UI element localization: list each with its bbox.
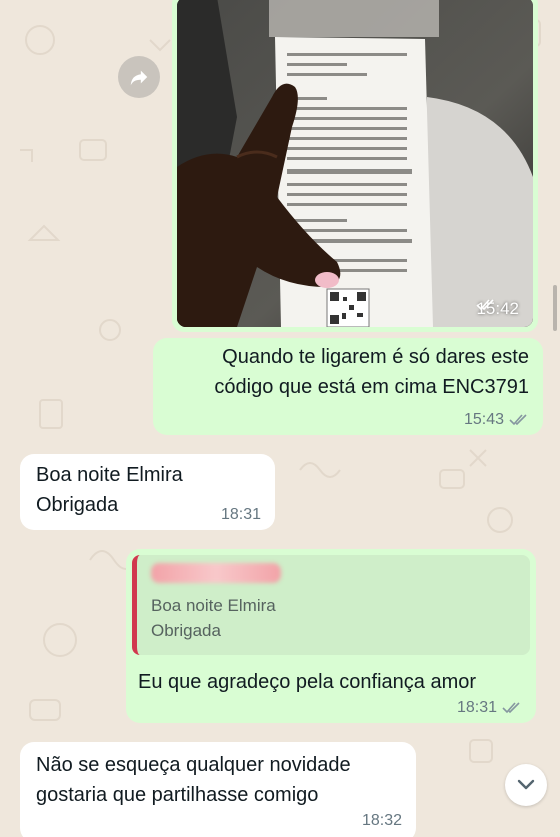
double-check-icon — [476, 299, 495, 311]
forward-button[interactable] — [118, 56, 160, 98]
message-meta: 15:42 — [476, 299, 519, 319]
message-time: 15:43 — [463, 411, 504, 428]
message-meta: 18:31 — [221, 506, 261, 524]
quoted-author-blurred — [151, 563, 281, 583]
scroll-to-bottom-button[interactable] — [505, 764, 547, 806]
message-time: 18:32 — [361, 812, 402, 829]
photo-message[interactable]: 15:42 — [172, 0, 538, 332]
outgoing-message[interactable]: Quando te ligarem é só dares este código… — [153, 338, 543, 435]
double-check-icon — [502, 702, 520, 714]
message-text: Não se esqueça qualquer novidade gostari… — [36, 754, 351, 806]
incoming-message[interactable]: Boa noite Elmira Obrigada 18:31 — [20, 454, 275, 530]
message-text: Eu que agradeço pela confiança amor — [138, 671, 477, 693]
message-time: 18:31 — [456, 699, 497, 716]
message-time: 18:31 — [220, 506, 261, 523]
forward-arrow-icon — [130, 70, 148, 86]
message-meta: 15:43 — [464, 411, 529, 429]
chevron-down-icon — [517, 779, 535, 790]
scrollbar[interactable] — [553, 285, 557, 331]
quoted-text: Boa noite Elmira Obrigada — [151, 596, 276, 640]
message-text: Quando te ligarem é só dares este código… — [214, 346, 529, 398]
message-meta: 18:32 — [362, 812, 402, 830]
reply-message[interactable]: Boa noite Elmira Obrigada Eu que agradeç… — [126, 549, 536, 723]
receipt-photo[interactable]: 15:42 — [177, 0, 533, 327]
incoming-message[interactable]: Não se esqueça qualquer novidade gostari… — [20, 742, 416, 837]
quoted-message[interactable]: Boa noite Elmira Obrigada — [132, 555, 530, 655]
double-check-icon — [509, 414, 527, 426]
message-meta: 18:31 — [457, 699, 522, 717]
